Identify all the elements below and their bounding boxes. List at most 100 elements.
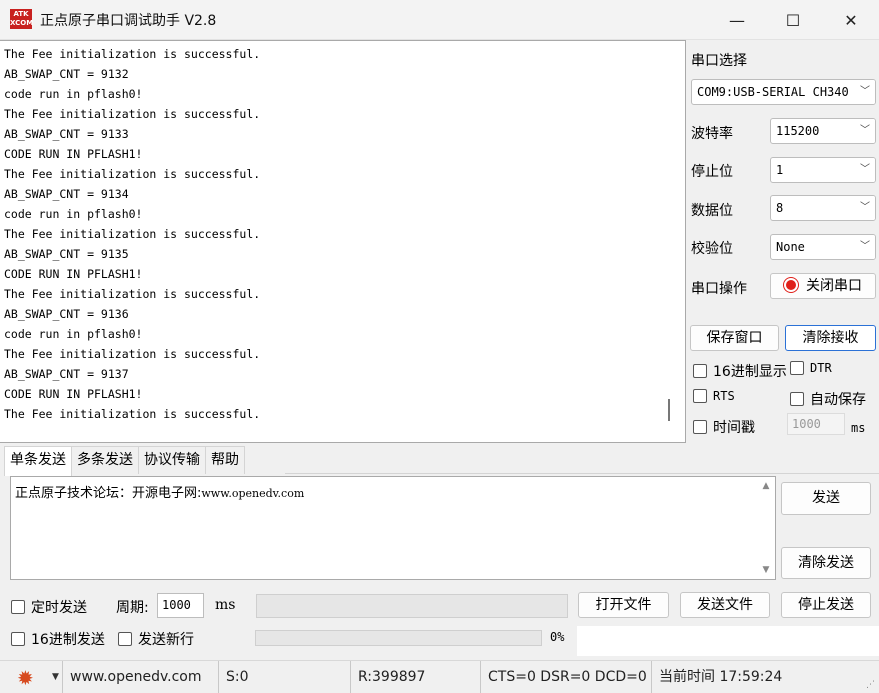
checkbox-icon — [11, 632, 25, 646]
window-title: 正点原子串口调试助手 V2.8 — [40, 13, 217, 29]
title-bar: ATK XCOM 正点原子串口调试助手 V2.8 — ☐ ✕ — [0, 0, 879, 40]
receive-scrollbar[interactable] — [660, 41, 685, 442]
send-text-content: 正点原子技术论坛：开源电子网:www.openedv.com — [15, 482, 304, 501]
rts-checkbox[interactable]: RTS — [693, 389, 735, 403]
close-window-button[interactable]: ✕ — [822, 0, 879, 40]
checkbox-icon — [790, 361, 804, 375]
website-link[interactable]: www.openedv.com — [62, 661, 219, 693]
log-line: CODE RUN IN PFLASH1! — [4, 147, 143, 161]
auto-save-label: 自动保存 — [810, 392, 866, 408]
chevron-down-icon: ﹀ — [855, 235, 875, 259]
send-text-cn: 正点原子技术论坛：开源电子网: — [15, 486, 202, 501]
send-newline-label: 发送新行 — [138, 632, 194, 648]
minimize-icon: — — [729, 10, 745, 30]
open-file-button[interactable]: 打开文件 — [578, 592, 669, 618]
log-line: AB_SWAP_CNT = 9133 — [4, 127, 129, 141]
port-select[interactable]: COM9:USB-SERIAL CH340 ﹀ — [691, 79, 876, 105]
send-text-area[interactable]: 正点原子技术论坛：开源电子网:www.openedv.com ▲ ▼ — [10, 476, 776, 580]
maximize-button[interactable]: ☐ — [764, 0, 822, 40]
tab-strip-line — [285, 473, 879, 474]
chevron-down-icon: ﹀ — [855, 158, 875, 182]
send-text-url: www.openedv.com — [201, 487, 305, 500]
checkbox-icon — [693, 389, 707, 403]
send-newline-checkbox[interactable]: 发送新行 — [118, 629, 194, 649]
save-window-button[interactable]: 保存窗口 — [690, 325, 779, 351]
hex-display-checkbox[interactable]: 16进制显示 — [693, 361, 787, 381]
scroll-up-icon[interactable]: ▲ — [757, 481, 775, 491]
checkbox-icon — [693, 364, 707, 378]
log-line: code run in pflash0! — [4, 87, 143, 101]
data-bits-label: 数据位 — [691, 203, 733, 219]
dtr-label: DTR — [810, 361, 832, 375]
data-bits-value: 8 — [776, 201, 784, 215]
log-line: The Fee initialization is successful. — [4, 287, 261, 301]
tab-help[interactable]: 帮助 — [205, 446, 245, 474]
tab-single-send[interactable]: 单条发送 — [4, 446, 72, 476]
timestamp-checkbox[interactable]: 时间戳 — [693, 417, 755, 437]
log-line: code run in pflash0! — [4, 207, 143, 221]
clear-send-button[interactable]: 清除发送 — [781, 547, 871, 579]
save-window-label: 保存窗口 — [706, 330, 763, 346]
timed-send-label: 定时发送 — [31, 600, 87, 616]
close-port-button[interactable]: 关闭串口 — [770, 273, 876, 299]
resize-grip-icon[interactable]: ⋰ — [866, 680, 875, 690]
log-line: AB_SWAP_CNT = 9135 — [4, 247, 129, 261]
auto-save-checkbox[interactable]: 自动保存 — [790, 389, 866, 409]
clear-receive-label: 清除接收 — [802, 330, 859, 346]
receive-text-area[interactable]: The Fee initialization is successful. AB_… — [0, 40, 686, 443]
open-file-label: 打开文件 — [595, 597, 652, 613]
parity-label: 校验位 — [691, 241, 733, 257]
minimize-button[interactable]: — — [708, 0, 766, 40]
checkbox-icon — [11, 600, 25, 614]
scroll-down-icon[interactable]: ▼ — [757, 565, 775, 575]
close-icon: ✕ — [844, 10, 858, 30]
file-progress-text: 0% — [550, 630, 565, 644]
gear-icon[interactable]: ✹ — [17, 668, 37, 688]
chevron-down-icon[interactable]: ▼ — [52, 661, 59, 693]
log-line: The Fee initialization is successful. — [4, 107, 261, 121]
dtr-checkbox[interactable]: DTR — [790, 361, 832, 375]
tab-protocol[interactable]: 协议传输 — [138, 446, 206, 474]
maximize-icon: ☐ — [785, 10, 801, 30]
clear-receive-button[interactable]: 清除接收 — [785, 325, 876, 351]
checkbox-icon — [693, 420, 707, 434]
port-select-label: 串口选择 — [691, 53, 747, 69]
hex-display-label: 16进制显示 — [713, 364, 787, 380]
app-logo: ATK XCOM — [10, 9, 34, 29]
status-bar: ✹ ▼ www.openedv.com S:0 R:399897 CTS=0 D… — [0, 660, 879, 693]
hex-send-checkbox[interactable]: 16进制发送 — [11, 629, 105, 649]
send-progress-track — [256, 594, 568, 618]
log-line: The Fee initialization is successful. — [4, 167, 261, 181]
receive-log: The Fee initialization is successful. AB_… — [4, 44, 659, 439]
timestamp-label: 时间戳 — [713, 420, 755, 436]
send-button[interactable]: 发送 — [781, 482, 871, 515]
send-tabs: 单条发送 多条发送 协议传输 帮助 — [4, 446, 245, 476]
parity-value: None — [776, 240, 805, 254]
clear-send-label: 清除发送 — [798, 555, 854, 571]
log-line: The Fee initialization is successful. — [4, 407, 261, 421]
current-time: 当前时间 17:59:24 — [659, 669, 783, 685]
file-info-area — [577, 626, 879, 656]
timed-send-checkbox[interactable]: 定时发送 — [11, 597, 87, 617]
log-line: The Fee initialization is successful. — [4, 347, 261, 361]
chevron-down-icon: ﹀ — [855, 119, 875, 143]
baud-rate-select[interactable]: 115200 ﹀ — [770, 118, 876, 144]
received-count: R:399897 — [351, 661, 481, 693]
timestamp-interval-input[interactable]: 1000 — [787, 413, 845, 435]
sent-count: S:0 — [219, 661, 351, 693]
close-port-label: 关闭串口 — [806, 278, 862, 294]
parity-select[interactable]: None ﹀ — [770, 234, 876, 260]
data-bits-select[interactable]: 8 ﹀ — [770, 195, 876, 221]
log-line: CODE RUN IN PFLASH1! — [4, 267, 143, 281]
period-input[interactable]: 1000 — [157, 593, 204, 618]
log-line: AB_SWAP_CNT = 9134 — [4, 187, 129, 201]
receive-scroll-thumb[interactable] — [668, 399, 670, 421]
send-file-button[interactable]: 发送文件 — [680, 592, 770, 618]
tab-multi-send[interactable]: 多条发送 — [71, 446, 139, 474]
log-line: The Fee initialization is successful. — [4, 47, 261, 61]
checkbox-icon — [118, 632, 132, 646]
send-scrollbar[interactable]: ▲ ▼ — [757, 477, 775, 579]
stop-send-button[interactable]: 停止发送 — [781, 592, 871, 618]
stop-bits-select[interactable]: 1 ﹀ — [770, 157, 876, 183]
port-operation-label: 串口操作 — [691, 281, 747, 297]
